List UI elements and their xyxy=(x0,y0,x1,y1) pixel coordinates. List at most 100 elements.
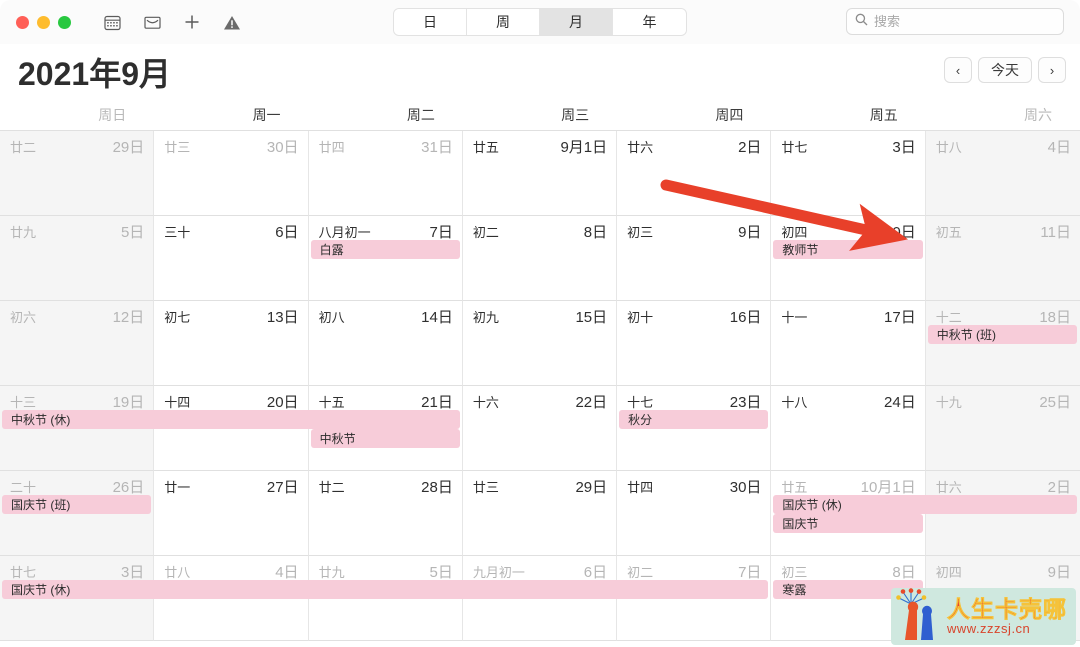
day-cell[interactable]: 廿三 29日 xyxy=(462,471,618,556)
zoom-button[interactable] xyxy=(58,15,71,29)
day-cell[interactable]: 初七 13日 xyxy=(154,301,309,386)
day-cell[interactable]: 初九 15日 xyxy=(462,301,618,386)
day-cell[interactable]: 初六 12日 xyxy=(0,301,155,386)
solar-date-label: 4日 xyxy=(1047,139,1071,156)
day-cell[interactable]: 三十 6日 xyxy=(154,216,309,301)
day-cell-header: 廿七 3日 xyxy=(0,561,153,581)
day-cell[interactable]: 廿三 30日 xyxy=(154,131,309,216)
view-mode-year[interactable]: 年 xyxy=(613,9,686,35)
toolbar-icons xyxy=(99,9,245,35)
calendar-event[interactable]: 秋分 xyxy=(619,410,769,429)
day-cell[interactable]: 初三 9日 xyxy=(617,216,772,301)
day-cell[interactable]: 廿八 4日 xyxy=(925,131,1080,216)
day-cell-header: 廿二 29日 xyxy=(0,136,153,156)
solar-date-label: 4日 xyxy=(275,564,299,581)
calendar-event[interactable]: 教师节 xyxy=(773,240,923,259)
solar-date-label: 12日 xyxy=(112,309,145,326)
solar-date-label: 8日 xyxy=(583,224,608,241)
solar-date-label: 6日 xyxy=(275,224,299,241)
day-cell[interactable]: 廿五 9月1日 xyxy=(462,131,618,216)
day-events-container xyxy=(771,329,924,384)
day-cell-header: 十八 24日 xyxy=(771,391,924,411)
day-cell-header: 廿八 4日 xyxy=(926,136,1080,156)
day-cell[interactable]: 廿四 31日 xyxy=(308,131,463,216)
solar-date-label: 6日 xyxy=(583,564,608,581)
day-cell-header: 十二 18日 xyxy=(926,306,1080,326)
lunar-date-label: 十五 xyxy=(318,395,345,410)
calendar-event[interactable]: 中秋节 (休) xyxy=(2,410,460,429)
calendar-event[interactable]: 中秋节 xyxy=(310,429,460,448)
navigation-controls: ‹ 今天 › xyxy=(944,57,1066,83)
day-cell-header: 廿八 4日 xyxy=(154,561,307,581)
watermark: 人生卡壳哪 www.zzzsj.cn xyxy=(891,588,1076,645)
lunar-date-label: 十四 xyxy=(164,395,191,410)
calendar-event[interactable]: 国庆节 (班) xyxy=(2,495,152,514)
day-cell[interactable]: 初十 16日 xyxy=(617,301,772,386)
close-button[interactable] xyxy=(16,15,29,29)
solar-date-label: 15日 xyxy=(575,309,608,326)
day-events-container xyxy=(617,329,770,384)
day-cell[interactable]: 廿四 30日 xyxy=(617,471,772,556)
lunar-date-label: 十二 xyxy=(935,310,962,325)
weekday-label-0: 周日 xyxy=(98,107,127,123)
warning-icon[interactable] xyxy=(219,9,245,35)
search-input[interactable] xyxy=(874,14,1055,29)
day-cell-header: 廿三 30日 xyxy=(154,136,307,156)
search-box[interactable] xyxy=(846,8,1064,35)
calendar-event[interactable]: 国庆节 xyxy=(773,514,923,533)
weekday-header-row: 周日 周一 周二 周三 周四 周五 周六 xyxy=(0,100,1080,130)
solar-date-label: 14日 xyxy=(421,309,453,326)
view-mode-segmented-control[interactable]: 日 周 月 年 xyxy=(393,8,687,36)
day-cell[interactable]: 廿九 5日 xyxy=(0,216,155,301)
day-events-container xyxy=(617,244,770,299)
solar-date-label: 17日 xyxy=(884,309,916,326)
view-mode-day[interactable]: 日 xyxy=(394,9,467,35)
day-cell-header: 九月初一 6日 xyxy=(463,561,616,583)
day-cell-header: 初六 12日 xyxy=(0,306,153,326)
day-cell-header: 廿九 5日 xyxy=(309,561,462,581)
inbox-icon[interactable] xyxy=(139,9,165,35)
day-cell[interactable]: 廿一 27日 xyxy=(154,471,309,556)
next-month-button[interactable]: › xyxy=(1038,57,1066,83)
page-title: 2021年9月 xyxy=(18,56,171,92)
day-cell[interactable]: 初八 14日 xyxy=(308,301,463,386)
plus-icon[interactable] xyxy=(179,9,205,35)
calendar-event[interactable]: 国庆节 (休) xyxy=(2,580,769,599)
day-cell[interactable]: 十六 22日 xyxy=(462,386,618,471)
calendar-icon[interactable] xyxy=(99,9,125,35)
day-cell[interactable]: 廿二 28日 xyxy=(308,471,463,556)
day-cell[interactable]: 初五 11日 xyxy=(925,216,1080,301)
solar-date-label: 22日 xyxy=(575,394,608,411)
calendar-event[interactable]: 国庆节 (休) xyxy=(773,495,1077,514)
solar-date-label: 21日 xyxy=(421,394,453,411)
solar-date-label: 9月1日 xyxy=(560,139,608,156)
minimize-button[interactable] xyxy=(37,15,50,29)
day-cell[interactable]: 初二 8日 xyxy=(462,216,618,301)
day-cell[interactable]: 十一 17日 xyxy=(771,301,926,386)
solar-date-label: 25日 xyxy=(1039,394,1071,411)
day-cell-header: 二十 26日 xyxy=(0,476,153,496)
day-cell-header: 廿二 28日 xyxy=(309,476,462,496)
day-cell[interactable]: 廿七 3日 xyxy=(771,131,926,216)
solar-date-label: 29日 xyxy=(575,479,608,496)
view-mode-week[interactable]: 周 xyxy=(467,9,540,35)
weekday-label-4: 周四 xyxy=(715,107,744,123)
watermark-figures-icon xyxy=(891,588,947,645)
lunar-date-label: 十一 xyxy=(781,310,808,325)
today-button[interactable]: 今天 xyxy=(978,57,1032,83)
day-cell-header: 初八 14日 xyxy=(309,306,462,326)
previous-month-button[interactable]: ‹ xyxy=(944,57,972,83)
day-cell[interactable]: 廿二 29日 xyxy=(0,131,155,216)
day-cell[interactable]: 十八 24日 xyxy=(771,386,926,471)
day-events-container xyxy=(463,159,616,214)
view-mode-month[interactable]: 月 xyxy=(540,9,613,35)
calendar-event[interactable]: 中秋节 (班) xyxy=(927,325,1077,344)
calendar-header: 2021年9月 ‹ 今天 › xyxy=(0,44,1080,100)
day-cell-header: 十三 19日 xyxy=(0,391,153,411)
month-grid: 廿二 29日 廿三 30日 廿四 31日 廿五 9月1日 廿六 2日 廿七 3日 廿八 4日 廿九 5日 三十 6… xyxy=(0,130,1080,641)
calendar-event[interactable]: 白露 xyxy=(310,240,460,259)
day-cell[interactable]: 十九 25日 xyxy=(925,386,1080,471)
day-cell[interactable]: 廿六 2日 xyxy=(617,131,772,216)
lunar-date-label: 三十 xyxy=(164,225,191,240)
weekday-label-2: 周二 xyxy=(406,107,435,123)
